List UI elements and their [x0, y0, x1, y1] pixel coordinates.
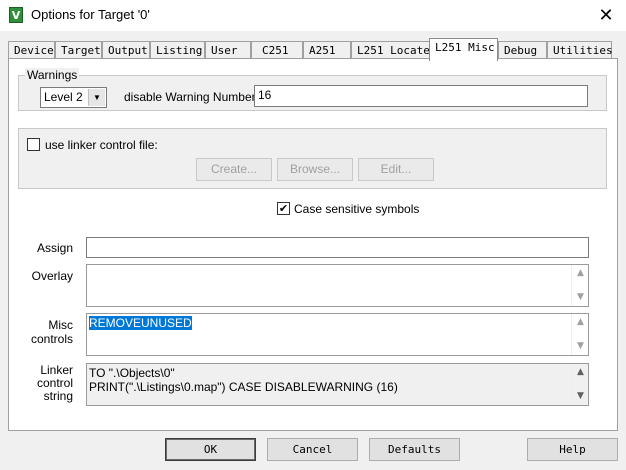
case-sensitive-label: Case sensitive symbols: [294, 202, 420, 216]
scroll-down-icon[interactable]: ▼: [572, 338, 588, 355]
disable-warning-label: disable Warning Numbers:: [124, 90, 265, 104]
linker-string-line2: PRINT(".\Listings\0.map") CASE DISABLEWA…: [89, 380, 398, 394]
scroll-up-icon[interactable]: ▲: [572, 265, 588, 282]
linker-string-line1: TO ".\Objects\0": [89, 366, 175, 380]
scroll-up-icon[interactable]: ▲: [572, 314, 588, 331]
linker-label-line3: string: [43, 389, 73, 403]
browse-button[interactable]: Browse...: [277, 158, 353, 181]
misc-controls-text: REMOVEUNUSED: [89, 316, 192, 330]
warnings-group-label: Warnings: [25, 68, 80, 82]
warnings-group: Warnings Level 2 ▼ disable Warning Numbe…: [18, 68, 607, 111]
create-button[interactable]: Create...: [196, 158, 272, 181]
case-sensitive-checkbox[interactable]: ✔: [277, 202, 290, 215]
misc-controls-label: Misc controls: [19, 318, 73, 346]
linker-control-string-label: Linker control string: [19, 364, 73, 403]
misc-label-line1: Misc: [48, 318, 73, 332]
overlay-scrollbar[interactable]: ▲ ▼: [571, 265, 588, 306]
misc-controls-selected-text: REMOVEUNUSED: [89, 316, 192, 330]
scroll-up-icon[interactable]: ▲: [572, 364, 588, 381]
chevron-down-icon[interactable]: ▼: [88, 89, 105, 106]
misc-controls-textarea[interactable]: REMOVEUNUSED ▲ ▼: [86, 313, 589, 356]
edit-button[interactable]: Edit...: [358, 158, 434, 181]
overlay-textarea[interactable]: ▲ ▼: [86, 264, 589, 307]
linker-file-group: use linker control file: Create... Brows…: [18, 128, 607, 189]
scroll-down-icon[interactable]: ▼: [572, 388, 588, 405]
overlay-label: Overlay: [31, 269, 73, 283]
ok-button[interactable]: OK: [165, 438, 256, 461]
title-bar: V Options for Target '0' ✕: [0, 0, 626, 31]
close-icon[interactable]: ✕: [586, 0, 626, 31]
tab-strip: Device Target Output Listing User C251 A…: [8, 38, 613, 61]
app-icon-letter: V: [11, 9, 21, 22]
tab-l251-misc[interactable]: L251 Misc: [429, 38, 498, 61]
tab-panel: Warnings Level 2 ▼ disable Warning Numbe…: [8, 58, 618, 431]
help-button[interactable]: Help: [527, 438, 618, 461]
misc-scrollbar[interactable]: ▲ ▼: [571, 314, 588, 355]
scroll-down-icon[interactable]: ▼: [572, 289, 588, 306]
assign-input[interactable]: [86, 237, 589, 258]
use-linker-file-checkbox[interactable]: [27, 138, 40, 151]
defaults-button[interactable]: Defaults: [369, 438, 460, 461]
window-title: Options for Target '0': [31, 7, 150, 22]
warning-level-select[interactable]: Level 2 ▼: [40, 87, 107, 108]
keil-app-icon: V: [9, 7, 23, 23]
disable-warning-input[interactable]: 16: [254, 85, 588, 107]
assign-label: Assign: [36, 241, 73, 255]
linker-control-string-textarea[interactable]: TO ".\Objects\0" PRINT(".\Listings\0.map"…: [86, 363, 589, 406]
linker-scrollbar[interactable]: ▲ ▼: [571, 364, 588, 405]
use-linker-file-label: use linker control file:: [45, 138, 158, 152]
cancel-button[interactable]: Cancel: [267, 438, 358, 461]
warning-level-value: Level 2: [44, 90, 83, 104]
linker-control-string-text: TO ".\Objects\0" PRINT(".\Listings\0.map"…: [89, 366, 398, 394]
misc-label-line2: controls: [30, 332, 73, 346]
